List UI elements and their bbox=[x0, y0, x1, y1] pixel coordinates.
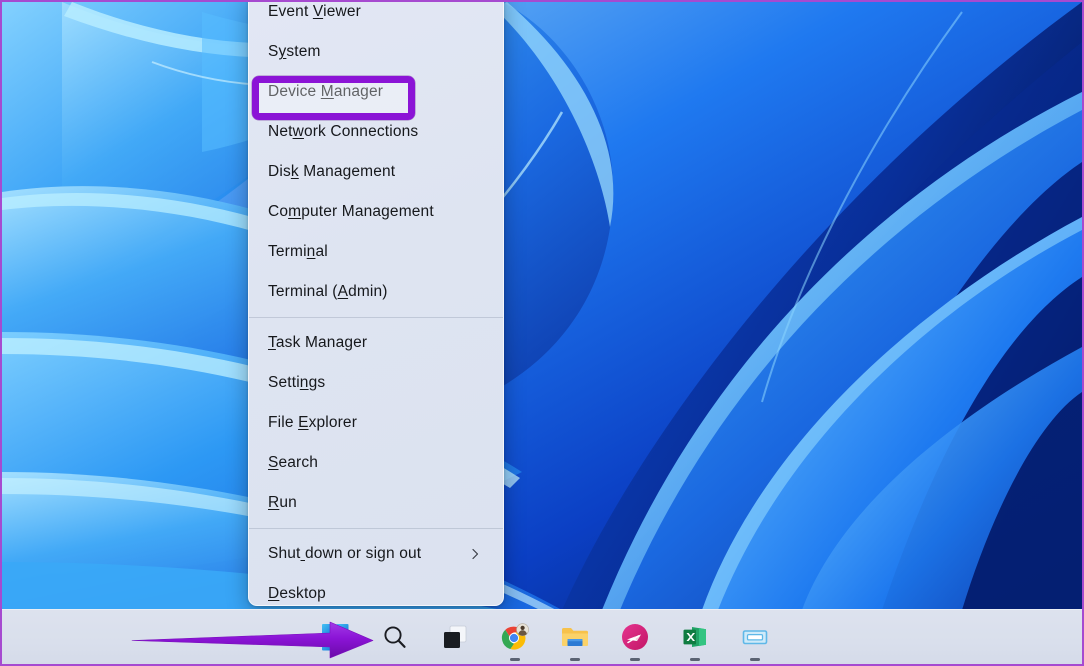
menu-item-search[interactable]: Search bbox=[249, 443, 503, 483]
menu-item-settings[interactable]: Settings bbox=[249, 363, 503, 403]
menu-item-task-manager[interactable]: Task Manager bbox=[249, 323, 503, 363]
screen: Event Viewer System Device Manager Netwo… bbox=[0, 0, 1084, 666]
menu-item-label: Terminal bbox=[268, 243, 328, 261]
menu-item-label: Device Manager bbox=[268, 83, 383, 101]
running-indicator bbox=[630, 658, 640, 661]
menu-section-system: Event Viewer System Device Manager Netwo… bbox=[249, 0, 503, 312]
pink-app-button[interactable] bbox=[615, 617, 655, 657]
menu-item-label: Settings bbox=[268, 374, 325, 392]
desktop-wallpaper bbox=[2, 2, 1082, 610]
task-view-icon bbox=[442, 624, 468, 650]
task-view-button[interactable] bbox=[435, 617, 475, 657]
mail-app-icon bbox=[740, 622, 770, 652]
menu-section-apps: Task Manager Settings File Explorer Sear… bbox=[249, 323, 503, 523]
menu-item-label: Computer Management bbox=[268, 203, 434, 221]
menu-item-label: Network Connections bbox=[268, 123, 418, 141]
menu-item-event-viewer[interactable]: Event Viewer bbox=[249, 0, 503, 32]
menu-item-label: Task Manager bbox=[268, 334, 367, 352]
windows-logo-icon bbox=[322, 624, 349, 651]
microsoft-excel-icon bbox=[681, 623, 709, 651]
start-button[interactable] bbox=[315, 617, 355, 657]
menu-item-computer-management[interactable]: Computer Management bbox=[249, 192, 503, 232]
search-icon bbox=[382, 624, 408, 650]
menu-separator bbox=[249, 317, 503, 318]
taskbar bbox=[2, 609, 1082, 664]
google-chrome-icon bbox=[500, 622, 530, 652]
menu-item-file-explorer[interactable]: File Explorer bbox=[249, 403, 503, 443]
menu-item-label: System bbox=[268, 43, 321, 61]
search-button[interactable] bbox=[375, 617, 415, 657]
pink-app-icon bbox=[621, 623, 649, 651]
menu-item-label: Disk Management bbox=[268, 163, 395, 181]
menu-item-label: Run bbox=[268, 494, 297, 512]
menu-item-terminal[interactable]: Terminal bbox=[249, 232, 503, 272]
menu-section-power: Shut down or sign out Desktop bbox=[249, 534, 503, 606]
menu-item-label: Search bbox=[268, 454, 318, 472]
chevron-right-icon bbox=[469, 548, 481, 560]
google-chrome-button[interactable] bbox=[495, 617, 535, 657]
menu-item-network-connections[interactable]: Network Connections bbox=[249, 112, 503, 152]
menu-item-device-manager[interactable]: Device Manager bbox=[249, 72, 503, 112]
winx-context-menu[interactable]: Event Viewer System Device Manager Netwo… bbox=[248, 0, 504, 606]
running-indicator bbox=[510, 658, 520, 661]
menu-item-label: Terminal (Admin) bbox=[268, 283, 388, 301]
running-indicator bbox=[750, 658, 760, 661]
menu-item-label: Shut down or sign out bbox=[268, 545, 421, 563]
menu-item-label: Event Viewer bbox=[268, 3, 361, 21]
running-indicator bbox=[690, 658, 700, 661]
menu-item-label: File Explorer bbox=[268, 414, 357, 432]
menu-item-label: Desktop bbox=[268, 585, 326, 603]
menu-item-shut-down-or-sign-out[interactable]: Shut down or sign out bbox=[249, 534, 503, 574]
mail-app-button[interactable] bbox=[735, 617, 775, 657]
menu-item-desktop[interactable]: Desktop bbox=[249, 574, 503, 606]
menu-item-disk-management[interactable]: Disk Management bbox=[249, 152, 503, 192]
taskbar-icon-group bbox=[315, 617, 775, 657]
file-explorer-icon bbox=[560, 622, 590, 652]
microsoft-excel-button[interactable] bbox=[675, 617, 715, 657]
menu-item-terminal-admin[interactable]: Terminal (Admin) bbox=[249, 272, 503, 312]
menu-separator bbox=[249, 528, 503, 529]
menu-item-system[interactable]: System bbox=[249, 32, 503, 72]
running-indicator bbox=[570, 658, 580, 661]
file-explorer-button[interactable] bbox=[555, 617, 595, 657]
menu-item-run[interactable]: Run bbox=[249, 483, 503, 523]
